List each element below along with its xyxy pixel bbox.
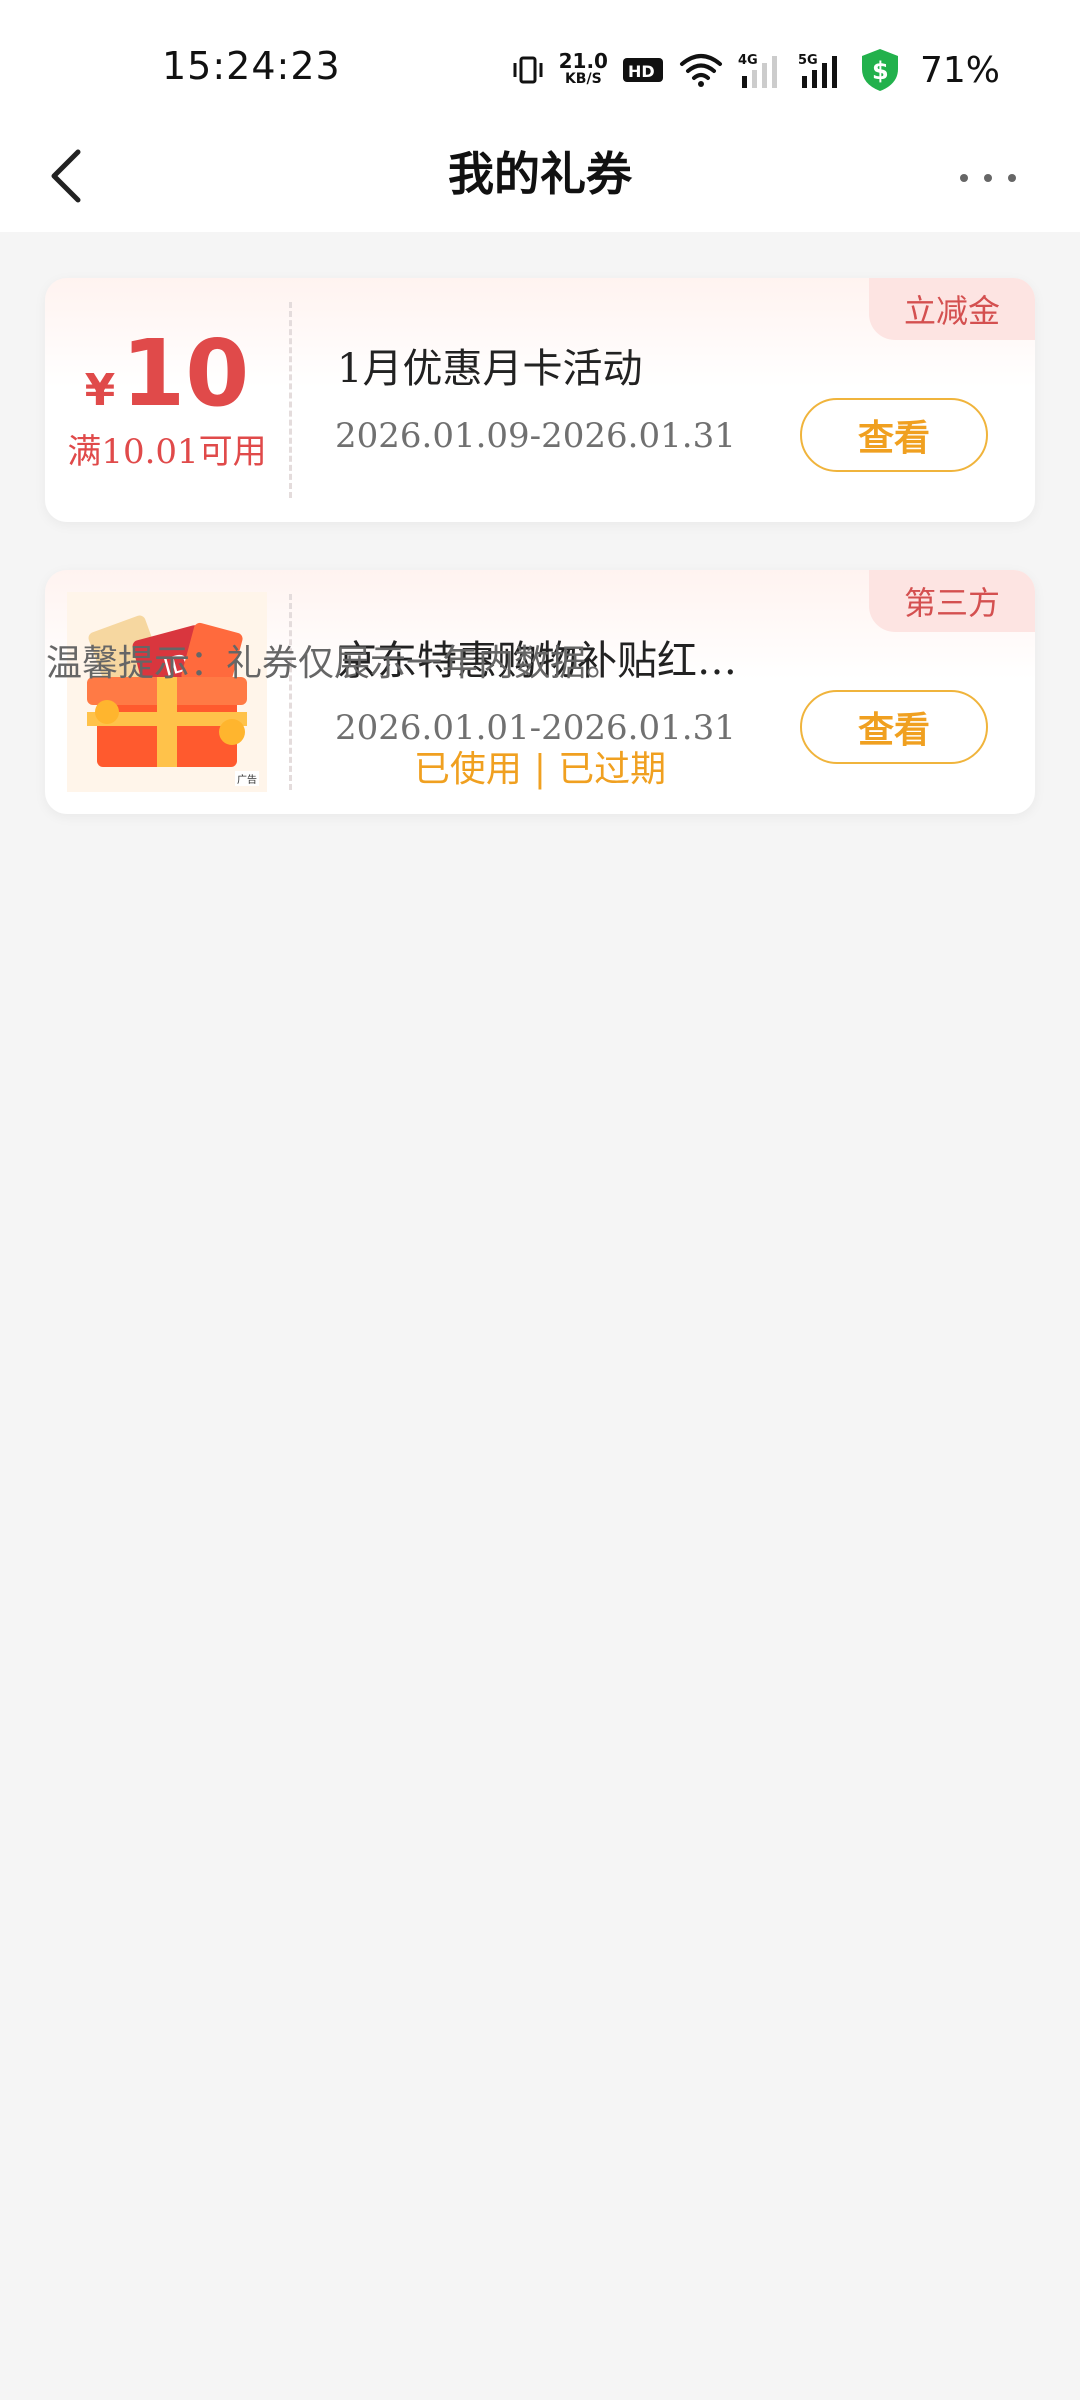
page-title: 我的礼券 [448, 147, 632, 201]
status-icons: 21.0 KB/S HD 4G 5G $ 71% [511, 40, 1000, 100]
coupon-tag: 立减金 [869, 278, 1035, 340]
status-time: 15:24:23 [162, 44, 341, 88]
net-speed: 21.0 KB/S [558, 49, 608, 88]
wifi-icon [678, 52, 724, 88]
coupon-divider [289, 302, 292, 498]
svg-text:$: $ [872, 57, 889, 85]
coupon-amount-row: ¥ 10 [84, 319, 250, 427]
net-speed-value: 21.0 [558, 49, 608, 73]
history-links: 已使用 | 已过期 [0, 740, 1080, 792]
coupon-title: 1月优惠月卡活动 [337, 346, 643, 392]
coupon-date: 2026.01.09-2026.01.31 [335, 416, 736, 456]
nav-bar: 我的礼券 [0, 120, 1080, 232]
coupon-amount: 10 [121, 319, 250, 427]
signal-5g-icon: 5G [798, 50, 844, 90]
coupon-tag: 第三方 [869, 570, 1035, 632]
coupon-value: ¥ 10 满10.01可用 [45, 278, 289, 522]
net-speed-unit: KB/S [564, 71, 602, 87]
more-dots-icon [960, 174, 1016, 182]
battery-level: 71% [919, 49, 1000, 91]
vibrate-icon [511, 53, 545, 87]
more-button[interactable] [948, 150, 1028, 206]
used-link[interactable]: 已使用 [414, 749, 522, 790]
status-bar: 15:24:23 21.0 KB/S HD 4G 5G $ 71% [0, 0, 1080, 140]
tip-text: 温馨提示：礼券仅展示一年内数据。 [46, 643, 623, 684]
shield-dollar-icon: $ [858, 47, 902, 93]
signal-4g-icon: 4G [738, 50, 784, 90]
link-separator: | [533, 749, 547, 790]
coupon-condition: 满10.01可用 [67, 431, 267, 472]
svg-text:5G: 5G [798, 53, 818, 68]
svg-text:4G: 4G [738, 53, 758, 68]
coupon-card[interactable]: ¥ 10 满10.01可用 1月优惠月卡活动 2026.01.09-2026.0… [45, 278, 1035, 522]
hd-icon: HD [622, 55, 664, 85]
view-button[interactable]: 查看 [800, 398, 988, 472]
svg-text:HD: HD [628, 62, 655, 81]
expired-link[interactable]: 已过期 [558, 749, 666, 790]
currency-symbol: ¥ [84, 364, 116, 416]
